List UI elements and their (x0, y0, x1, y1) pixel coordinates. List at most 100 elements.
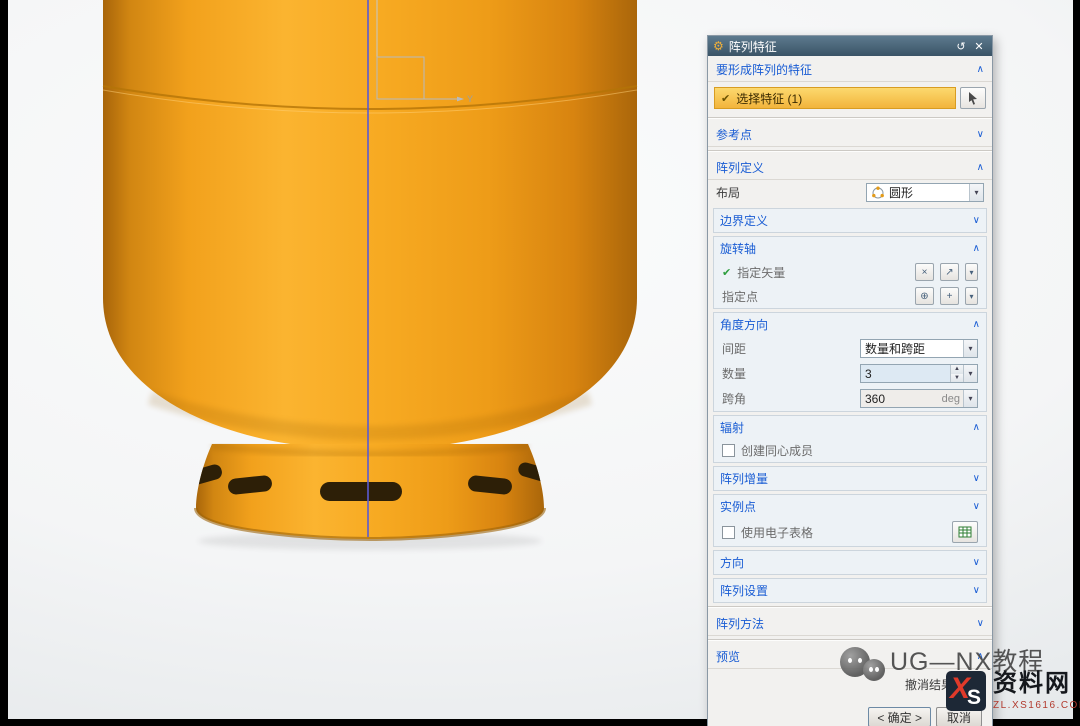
spacing-row: 间距 数量和跨距 ▾ (714, 336, 986, 361)
group-pattern-settings: 阵列设置 ∨ (713, 578, 987, 603)
inferred-point-button[interactable]: + (940, 287, 959, 305)
specify-vector-row: ✔ 指定矢量 × ↗ ▾ (714, 260, 986, 284)
dialog-titlebar[interactable]: ⚙ 阵列特征 ↺ ✕ (708, 36, 992, 56)
chevron-down-icon[interactable]: ▾ (969, 184, 983, 201)
point-select-button[interactable] (960, 87, 986, 109)
count-field[interactable]: 3 ▲ ▼ ▾ (860, 364, 978, 383)
spreadsheet-icon (958, 525, 972, 539)
chevron-down-icon: ∨ (973, 557, 980, 568)
count-spinner[interactable]: ▲ ▼ (950, 365, 963, 382)
section-pattern-definition-label: 阵列定义 (716, 159, 764, 176)
spin-up-icon[interactable]: ▲ (951, 365, 963, 374)
span-angle-label: 跨角 (722, 390, 746, 407)
undo-icon: ↶ (966, 676, 977, 692)
divider (708, 150, 992, 152)
chevron-up-icon: ∧ (977, 64, 984, 75)
dialog-buttons: < 确定 > 取消 (708, 699, 992, 726)
count-row: 数量 3 ▲ ▼ ▾ (714, 361, 986, 386)
section-pattern-method-label: 阵列方法 (716, 615, 764, 632)
subsection-pattern-settings[interactable]: 阵列设置 ∨ (714, 579, 986, 602)
point-options-dropdown[interactable]: ▾ (965, 287, 978, 305)
span-angle-row: 跨角 360 deg ▾ (714, 386, 986, 411)
spreadsheet-row: 使用电子表格 (714, 518, 986, 546)
specify-vector-label: 指定矢量 (737, 264, 785, 281)
use-spreadsheet-label: 使用电子表格 (741, 524, 813, 541)
checkbox-create-concentric[interactable] (722, 444, 735, 457)
cylinder-body[interactable] (103, 0, 637, 450)
subsection-radiate[interactable]: 辐射 ∧ (714, 416, 986, 439)
subsection-angular-direction[interactable]: 角度方向 ∧ (714, 313, 986, 336)
check-icon: ✔ (721, 92, 730, 105)
spacing-dropdown[interactable]: 数量和跨距 ▾ (860, 339, 978, 358)
gas-cylinder-model[interactable] (103, 0, 637, 539)
select-feature-label: 选择特征 (1) (736, 90, 802, 107)
screen: Y ⚙ 阵列特征 ↺ ✕ 要形成阵列的特征 ∧ ✔ 选择特征 (1) (0, 0, 1080, 726)
subsection-rotation-axis[interactable]: 旋转轴 ∧ (714, 237, 986, 260)
section-features-to-pattern[interactable]: 要形成阵列的特征 ∧ (708, 57, 992, 82)
boundary-definition-label: 边界定义 (720, 212, 768, 229)
group-orientation: 方向 ∨ (713, 550, 987, 575)
chevron-down-icon[interactable]: ▾ (963, 390, 977, 407)
ok-button[interactable]: < 确定 > (868, 707, 931, 726)
section-pattern-method[interactable]: 阵列方法 ∨ (708, 611, 992, 636)
chevron-up-icon: ∧ (973, 422, 980, 433)
chevron-down-icon[interactable]: ▾ (963, 340, 977, 357)
spin-down-icon[interactable]: ▼ (951, 374, 963, 383)
divider (708, 117, 992, 119)
concentric-members-row: 创建同心成员 (714, 439, 986, 462)
chevron-down-icon[interactable]: ▾ (963, 365, 977, 382)
subsection-pattern-increment[interactable]: 阵列增量 ∨ (714, 467, 986, 490)
vector-options-dropdown[interactable]: ▾ (965, 263, 978, 281)
section-preview[interactable]: 预览 ∧ (708, 644, 992, 669)
select-feature-row: ✔ 选择特征 (1) (708, 82, 992, 114)
subsection-instance-points[interactable]: 实例点 ∨ (714, 495, 986, 518)
layout-dropdown[interactable]: 圆形 ▾ (866, 183, 984, 202)
undo-result-row: 撤消结果 ↶ (708, 669, 992, 699)
section-pattern-definition[interactable]: 阵列定义 ∧ (708, 155, 992, 180)
divider (708, 606, 992, 608)
chevron-up-icon: ∧ (973, 243, 980, 254)
select-feature-field[interactable]: ✔ 选择特征 (1) (714, 87, 956, 109)
checkbox-use-spreadsheet[interactable] (722, 526, 735, 539)
section-reference-point-label: 参考点 (716, 126, 752, 143)
span-angle-unit: deg (942, 393, 963, 405)
layout-value: 圆形 (889, 184, 965, 201)
vector-dialog-button[interactable]: ↗ (940, 263, 959, 281)
group-rotation-axis: 旋转轴 ∧ ✔ 指定矢量 × ↗ ▾ 指定点 ⊕ + ▾ (713, 236, 987, 309)
reverse-vector-button[interactable]: × (915, 263, 934, 281)
layout-row: 布局 圆形 ▾ (708, 180, 992, 205)
angular-direction-label: 角度方向 (720, 316, 768, 333)
group-instance-points: 实例点 ∨ 使用电子表格 (713, 494, 987, 547)
instance-points-label: 实例点 (720, 498, 756, 515)
sketch-axis-label: Y (467, 94, 473, 104)
undo-result-button[interactable]: ↶ (958, 673, 984, 695)
divider (708, 639, 992, 641)
dialog-reset-button[interactable]: ↺ (953, 40, 969, 53)
point-dialog-button[interactable]: ⊕ (915, 287, 934, 305)
count-label: 数量 (722, 365, 746, 382)
subsection-boundary-definition[interactable]: 边界定义 ∨ (714, 209, 986, 232)
section-preview-label: 预览 (716, 648, 740, 665)
orientation-label: 方向 (720, 554, 744, 571)
spacing-label: 间距 (722, 340, 746, 357)
chevron-up-icon: ∧ (973, 319, 980, 330)
group-pattern-increment: 阵列增量 ∨ (713, 466, 987, 491)
chevron-down-icon: ∨ (973, 473, 980, 484)
dialog-title: 阵列特征 (729, 38, 951, 55)
create-concentric-label: 创建同心成员 (741, 442, 813, 459)
check-icon: ✔ (722, 266, 731, 279)
cancel-button[interactable]: 取消 (936, 707, 982, 726)
section-reference-point[interactable]: 参考点 ∨ (708, 122, 992, 147)
gear-icon: ⚙ (713, 39, 724, 53)
subsection-orientation[interactable]: 方向 ∨ (714, 551, 986, 574)
pattern-feature-dialog: ⚙ 阵列特征 ↺ ✕ 要形成阵列的特征 ∧ ✔ 选择特征 (1) (707, 35, 993, 726)
count-value: 3 (861, 365, 950, 382)
spacing-value: 数量和跨距 (865, 340, 959, 357)
spreadsheet-button[interactable] (952, 521, 978, 543)
chevron-down-icon: ∨ (977, 129, 984, 140)
dialog-close-button[interactable]: ✕ (971, 40, 987, 53)
span-angle-field[interactable]: 360 deg ▾ (860, 389, 978, 408)
chevron-up-icon: ∧ (977, 651, 984, 662)
chevron-down-icon: ∨ (973, 585, 980, 596)
chevron-down-icon: ∨ (977, 618, 984, 629)
